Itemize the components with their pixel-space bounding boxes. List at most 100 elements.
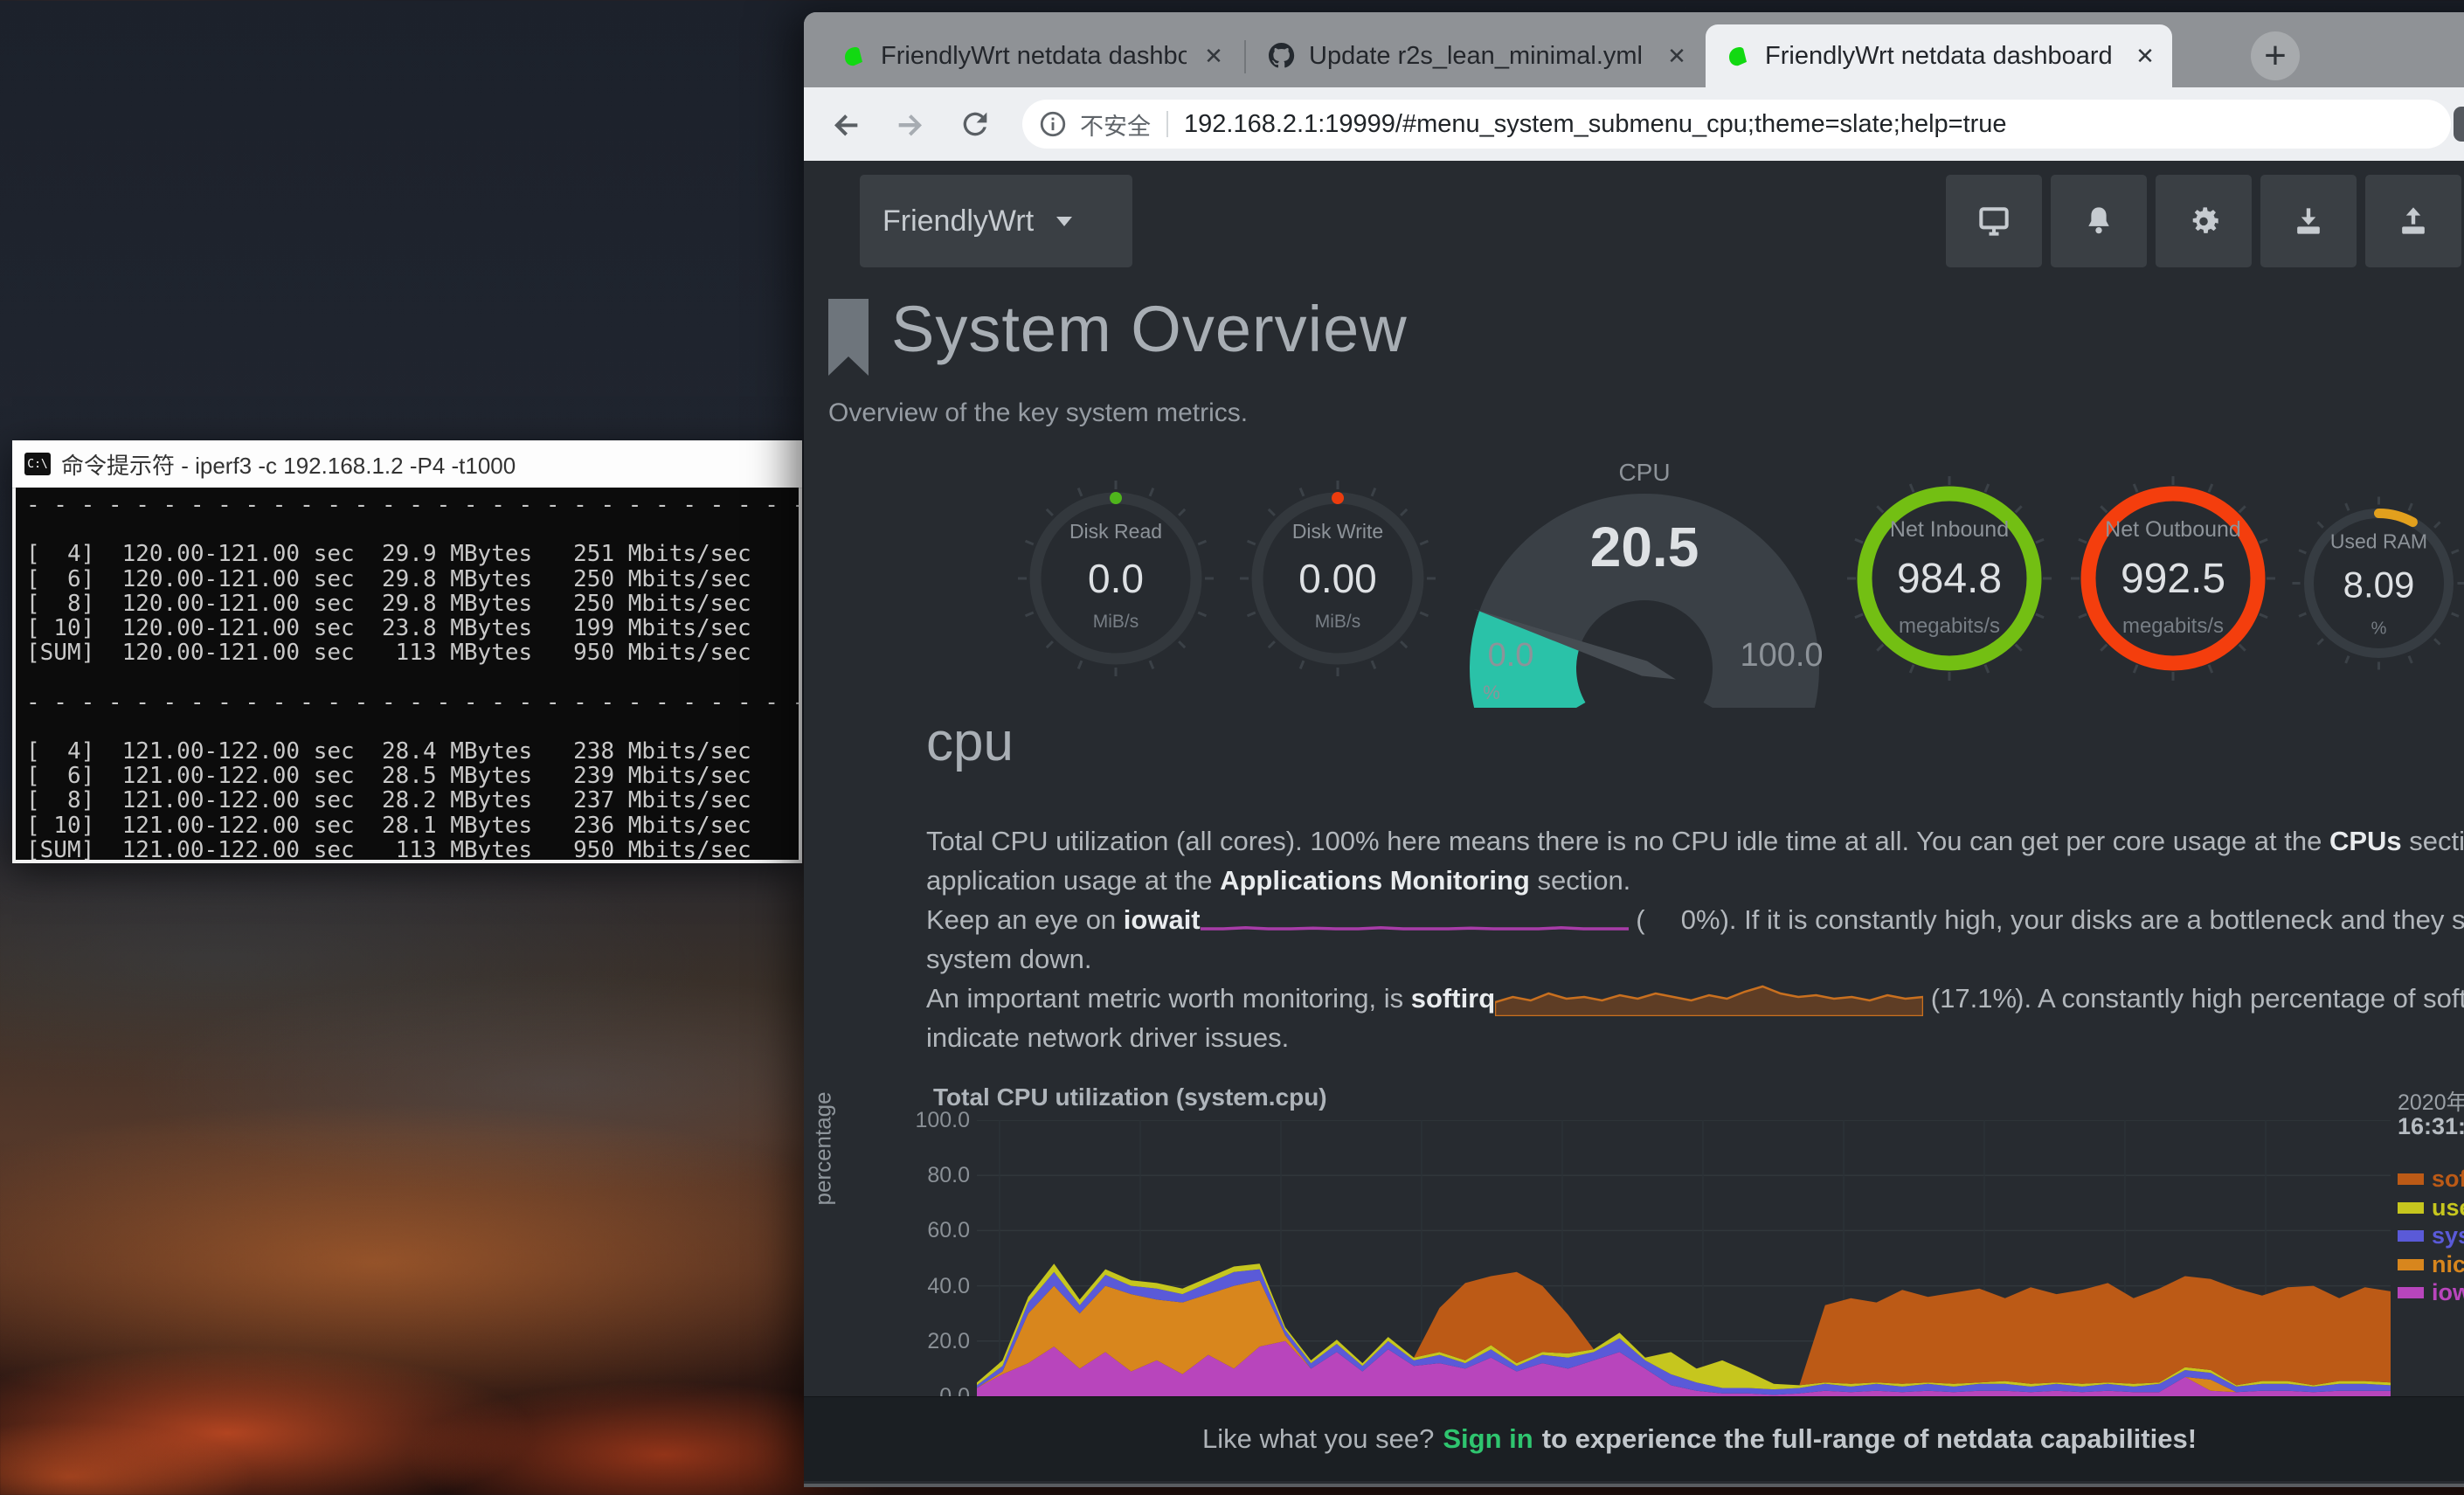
gauge-svg: Disk Write0.00MiB/s: [1233, 474, 1443, 683]
header-button-gear[interactable]: [2156, 175, 2252, 267]
svg-text:Disk Read: Disk Read: [1069, 520, 1162, 543]
header-button-upload[interactable]: [2365, 175, 2461, 267]
svg-text:8.09: 8.09: [2343, 564, 2415, 606]
gauge-svg: Disk Read0.0MiB/s: [1011, 474, 1221, 683]
gauge-svg: CPU20.50.0100.0%: [1457, 454, 1832, 708]
terminal-line: [SUM] 120.00-121.00 sec 113 MBytes 950 M…: [26, 640, 799, 665]
doc-line-3: Keep an eye on iowait (0%). If it is con…: [926, 900, 2464, 939]
section-description: Total CPU utilization (all cores). 100% …: [926, 821, 2464, 1057]
cmd-icon: C:\: [24, 453, 51, 475]
terminal-output: - - - - - - - - - - - - - - - - - - - - …: [16, 488, 799, 860]
terminal-line: [ 6] 120.00-121.00 sec 29.8 MBytes 250 M…: [26, 567, 799, 592]
forward-button[interactable]: [886, 100, 935, 149]
header-button-download[interactable]: [2260, 175, 2357, 267]
legend-item-nice[interactable]: nice: [2398, 1251, 2464, 1278]
chart-title: Total CPU utilization (system.cpu): [933, 1083, 1327, 1111]
keyword: Applications Monitoring: [1220, 865, 1530, 896]
legend-label: user: [2432, 1194, 2464, 1222]
back-button[interactable]: [821, 100, 870, 149]
bell-icon: [2080, 202, 2118, 240]
terminal-line: [ 8] 120.00-121.00 sec 29.8 MBytes 250 M…: [26, 592, 799, 616]
url-text[interactable]: 192.168.2.1:19999/#menu_system_submenu_c…: [1184, 110, 2007, 139]
gauge-disk-write: Disk Write0.00MiB/s: [1233, 474, 1443, 688]
svg-text:984.8: 984.8: [1897, 556, 2002, 602]
tab-3[interactable]: FriendlyWrt netdata dashboard ✕: [1706, 24, 2172, 87]
legend-swatch: [2398, 1287, 2424, 1298]
svg-text:megabits/s: megabits/s: [2122, 614, 2224, 638]
tab-1[interactable]: FriendlyWrt netdata dashboard ✕: [821, 24, 1241, 87]
netdata-icon: [841, 43, 867, 69]
tab-title: FriendlyWrt netdata dashboard: [1765, 42, 2118, 71]
legend-item-user[interactable]: user: [2398, 1194, 2464, 1222]
svg-text:Net Inbound: Net Inbound: [1890, 517, 2009, 542]
host-selector[interactable]: FriendlyWrt: [860, 175, 1132, 267]
metric-value: 17.1%: [1940, 979, 2015, 1018]
keyword: iowait: [1124, 904, 1201, 935]
doc-line-4: system down.: [926, 939, 2464, 979]
bookmark-icon: [828, 299, 869, 376]
tab-close-button[interactable]: ✕: [1662, 41, 1692, 71]
tab-close-button[interactable]: ✕: [2130, 41, 2160, 71]
gauge-net-inbound: Net Inbound 984.8 megabits/s: [1840, 469, 2059, 692]
terminal-line: [ 4] 120.00-121.00 sec 29.9 MBytes 251 M…: [26, 542, 799, 566]
legend-item-system[interactable]: system: [2398, 1222, 2464, 1249]
tab-title: Update r2s_lean_minimal.yml · k: [1309, 42, 1650, 71]
terminal-line: [ 6] 121.00-122.00 sec 28.5 MBytes 239 M…: [26, 764, 799, 788]
security-label: 不安全: [1080, 107, 1151, 142]
tab-2[interactable]: Update r2s_lean_minimal.yml · k ✕: [1249, 24, 1704, 87]
netdata-icon: [841, 43, 867, 69]
svg-text:megabits/s: megabits/s: [1899, 614, 2000, 638]
signin-link[interactable]: Sign in: [1443, 1423, 1533, 1455]
tab-separator: [1244, 40, 1246, 73]
terminal-titlebar[interactable]: C:\ 命令提示符 - iperf3 -c 192.168.1.2 -P4 -t…: [12, 440, 802, 488]
tab-title: FriendlyWrt netdata dashboard: [881, 42, 1187, 71]
info-icon[interactable]: [1038, 109, 1068, 139]
metric-value: 0%: [1645, 900, 1720, 939]
tab-close-button[interactable]: ✕: [1199, 41, 1229, 71]
sparkline-iowait: [1201, 906, 1629, 938]
terminal-line: [26, 715, 799, 739]
terminal-line: [ 8] 121.00-122.00 sec 28.2 MBytes 237 M…: [26, 788, 799, 813]
svg-text:100.0: 100.0: [1740, 637, 1823, 674]
host-name: FriendlyWrt: [882, 204, 1034, 239]
terminal-line: [ 4] 121.00-122.00 sec 28.4 MBytes 238 M…: [26, 739, 799, 764]
legend-item-iowait[interactable]: iowait: [2398, 1279, 2464, 1306]
y-tick-label: 100.0: [907, 1108, 970, 1133]
legend-swatch: [2398, 1173, 2424, 1185]
terminal-line: [SUM] 121.00-122.00 sec 113 MBytes 950 M…: [26, 838, 799, 860]
header-button-monitor[interactable]: [1946, 175, 2042, 267]
sparkline-softirq: [1495, 985, 1923, 1016]
svg-text:20.5: 20.5: [1590, 516, 1699, 578]
new-tab-button[interactable]: +: [2251, 31, 2300, 80]
keyword: softirq: [1411, 983, 1495, 1014]
gear-icon: [2184, 202, 2223, 240]
browser-window: FriendlyWrt netdata dashboard✕Update r2s…: [804, 12, 2464, 1487]
terminal-title: 命令提示符 - iperf3 -c 192.168.1.2 -P4 -t1000: [61, 448, 516, 481]
extension-icon[interactable]: [2454, 107, 2464, 142]
legend-swatch: [2398, 1259, 2424, 1270]
y-tick-label: 40.0: [907, 1274, 970, 1299]
y-tick-label: 20.0: [907, 1329, 970, 1354]
doc-line-2: application usage at the Applications Mo…: [926, 861, 2464, 900]
header-button-bell[interactable]: [2051, 175, 2147, 267]
chart-plot[interactable]: [977, 1120, 2391, 1396]
legend-item-softirq[interactable]: softirq: [2398, 1166, 2464, 1193]
terminal-line: [ 10] 120.00-121.00 sec 23.8 MBytes 199 …: [26, 616, 799, 640]
gauge-svg: Net Inbound 984.8 megabits/s: [1840, 469, 2059, 688]
terminal-line: [26, 665, 799, 689]
tab-strip: FriendlyWrt netdata dashboard✕Update r2s…: [804, 12, 2464, 87]
download-icon: [2289, 202, 2328, 240]
address-bar[interactable]: 不安全 192.168.2.1:19999/#menu_system_subme…: [1022, 100, 2451, 149]
legend-swatch: [2398, 1202, 2424, 1214]
svg-text:0.00: 0.00: [1298, 556, 1377, 601]
netdata-icon: [1725, 43, 1751, 69]
y-tick-label: 60.0: [907, 1218, 970, 1243]
signin-suffix: to experience the full-range of netdata …: [1542, 1423, 2197, 1455]
page-title: System Overview: [891, 292, 1408, 366]
svg-text:MiB/s: MiB/s: [1315, 612, 1361, 632]
svg-text:Net Outbound: Net Outbound: [2105, 517, 2241, 542]
doc-line-6: indicate network driver issues.: [926, 1018, 2464, 1057]
reload-button[interactable]: [951, 100, 1000, 149]
cpu-chart[interactable]: [977, 1120, 2391, 1401]
legend-label: iowait: [2432, 1279, 2464, 1306]
